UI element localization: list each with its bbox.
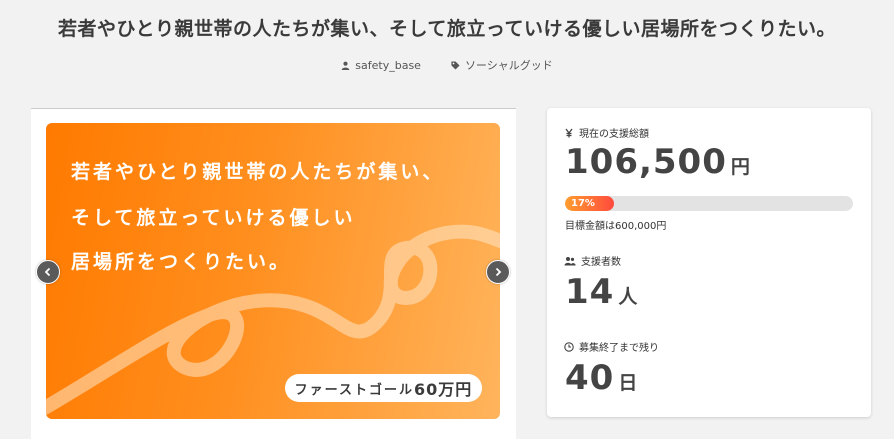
slide-text-line2: そして旅立っていける優しい <box>71 207 356 229</box>
carousel-slide: 若者やひとり親世帯の人たちが集い、 そして旅立っていける優しい 居場所をつくりた… <box>46 123 500 419</box>
goal-label: ファーストゴール <box>294 382 415 398</box>
raised-label: 現在の支援総額 <box>564 125 649 140</box>
tag-icon <box>451 60 460 70</box>
first-goal-badge: ファーストゴール 60万円 <box>285 374 482 402</box>
goal-amount-text: 目標金額は600,000円 <box>565 221 667 232</box>
category-link[interactable]: ソーシャルグッド <box>451 57 553 73</box>
funding-progress-bar: 17% <box>565 196 853 211</box>
goal-amount: 60万円 <box>414 380 473 399</box>
days-remaining: 40 日 <box>565 358 639 398</box>
funding-stats-card: 現在の支援総額 106,500 円 17% 目標金額は600,000円 支援者数 … <box>547 108 871 417</box>
user-icon <box>342 61 350 70</box>
users-icon <box>564 256 576 265</box>
project-meta: safety_base ソーシャルグッド <box>0 57 894 73</box>
remaining-label: 募集終了まで残り <box>564 339 659 354</box>
slide-text-line3: 居場所をつくりたい。 <box>71 251 292 273</box>
image-carousel: 若者やひとり親世帯の人たちが集い、 そして旅立っていける優しい 居場所をつくりた… <box>31 108 516 439</box>
carousel-prev-button[interactable] <box>36 260 60 284</box>
project-title: 若者やひとり親世帯の人たちが集い、そして旅立っていける優しい居場所をつくりたい。 <box>58 18 836 40</box>
supporters-label: 支援者数 <box>564 253 621 268</box>
slide-text-line1: 若者やひとり親世帯の人たちが集い、 <box>71 161 445 183</box>
carousel-next-button[interactable] <box>486 260 510 284</box>
yen-icon <box>565 128 573 137</box>
author-name: safety_base <box>355 58 421 72</box>
category-name: ソーシャルグッド <box>464 59 553 72</box>
chevron-left-icon <box>44 267 51 277</box>
author-link[interactable]: safety_base <box>341 57 421 73</box>
funding-progress-fill: 17% <box>565 196 614 211</box>
supporters-count: 14 人 <box>565 272 639 312</box>
chevron-right-icon <box>495 267 502 277</box>
clock-icon <box>564 341 574 352</box>
raised-amount: 106,500 円 <box>565 142 751 182</box>
